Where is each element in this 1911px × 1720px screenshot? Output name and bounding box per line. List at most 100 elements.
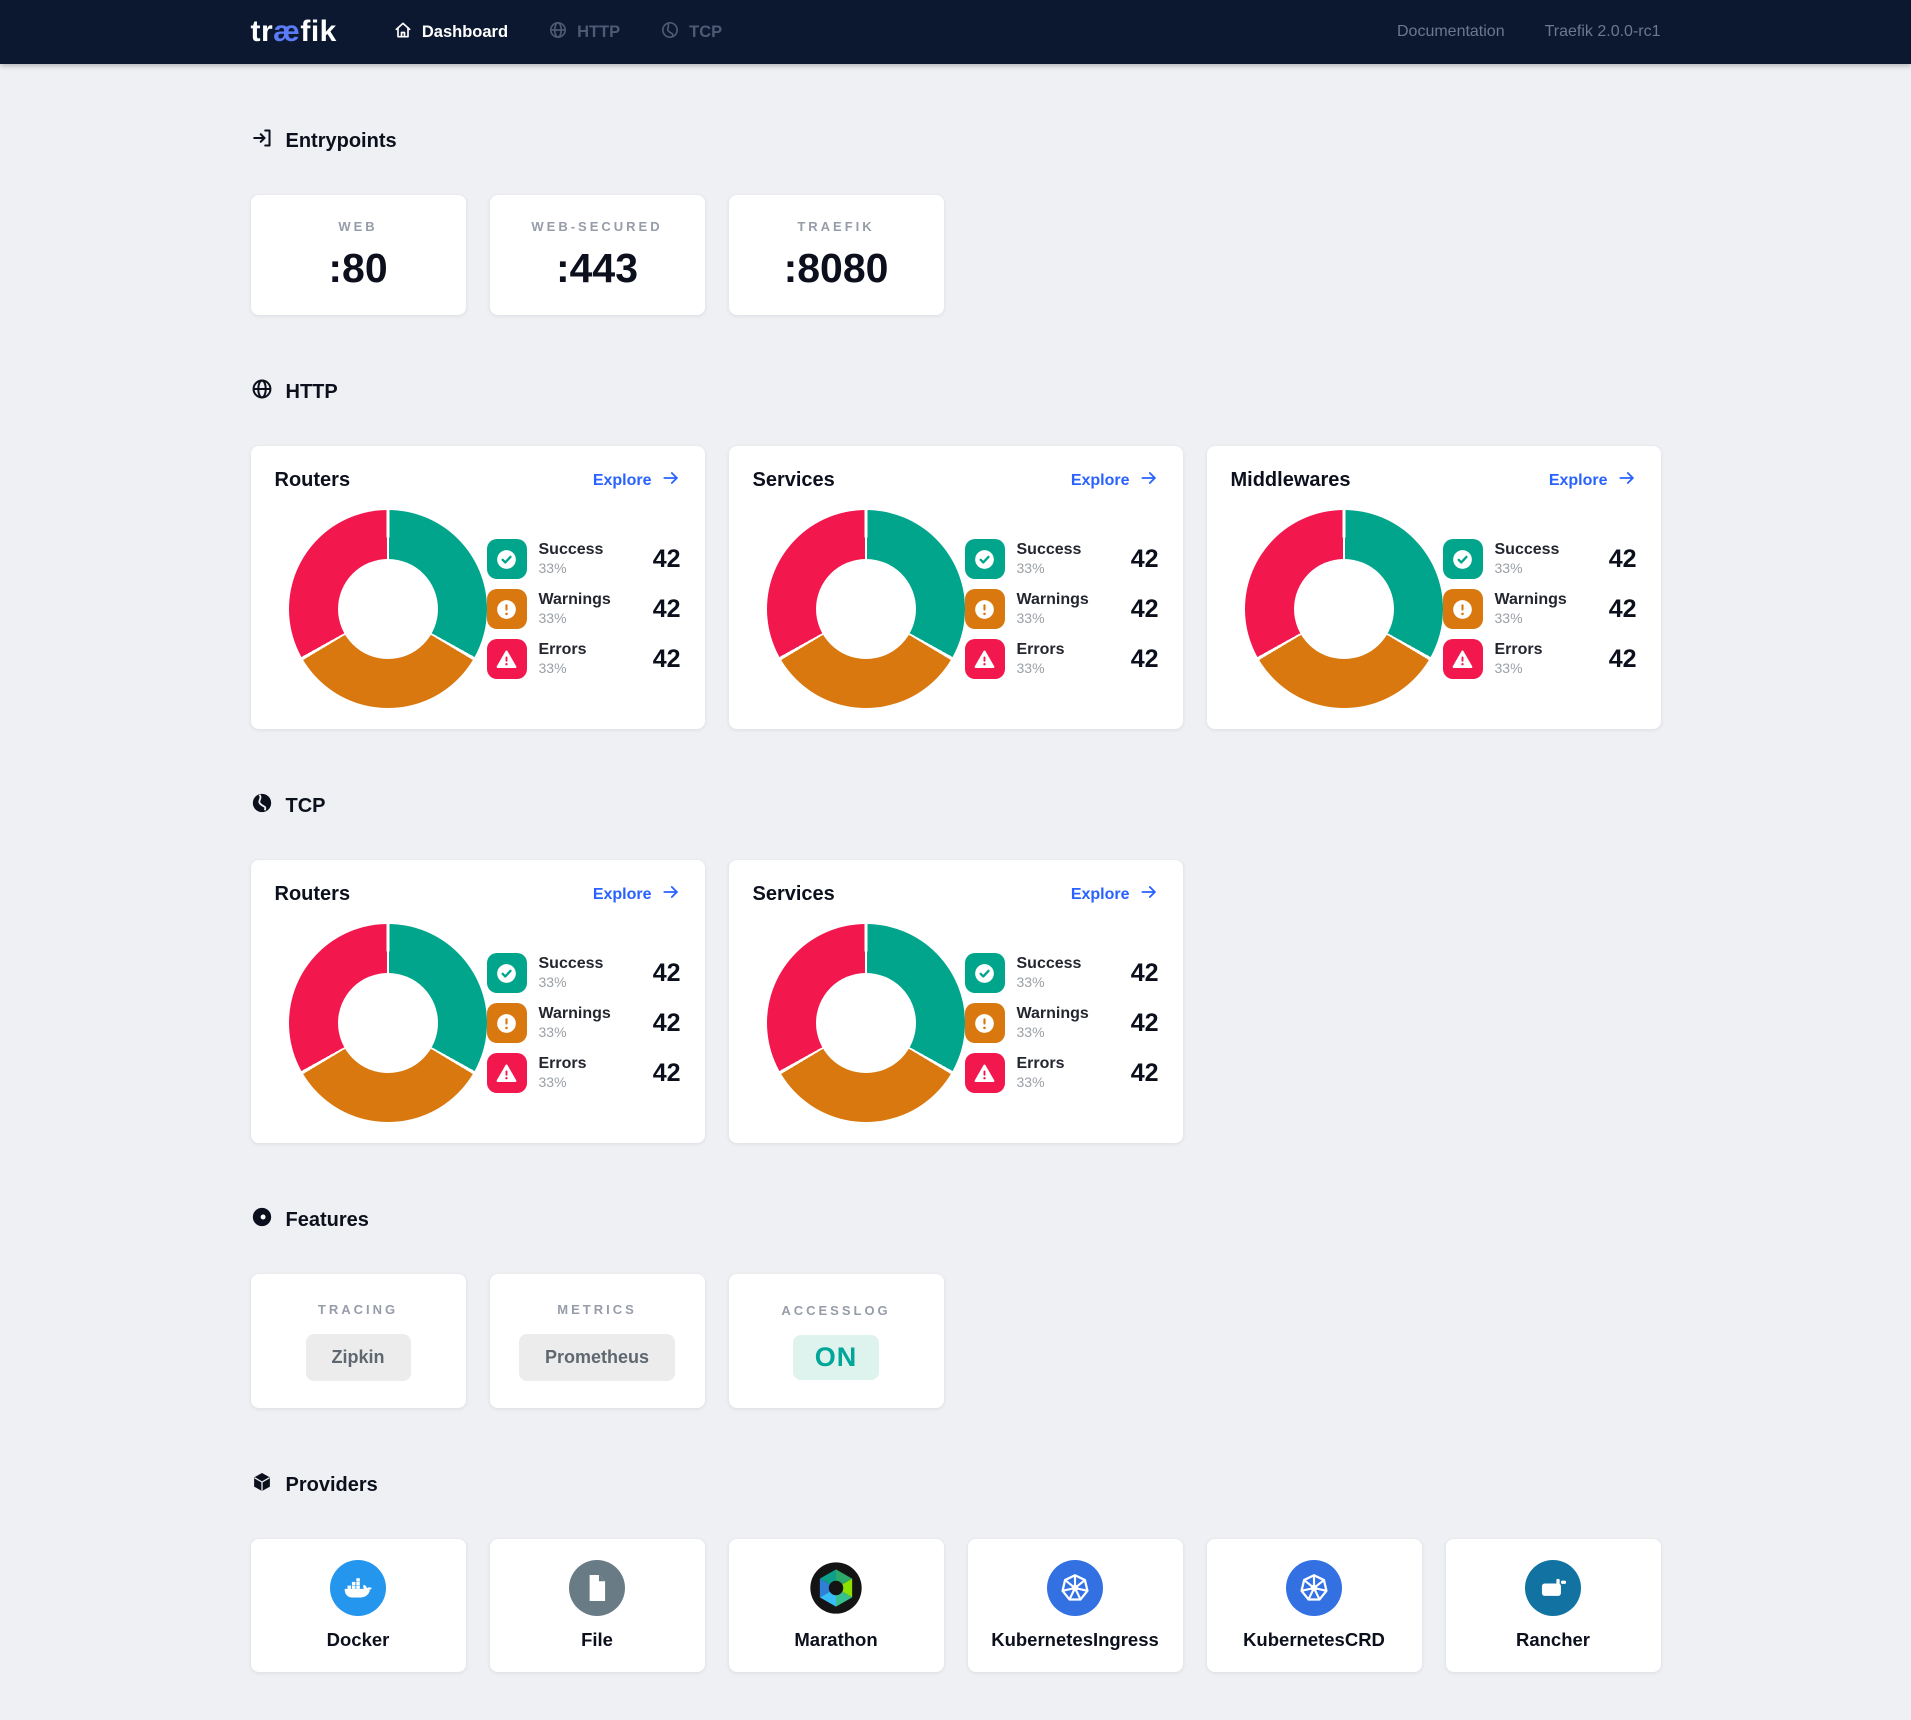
explore-link[interactable]: Explore (593, 882, 681, 907)
section-title: HTTP (286, 381, 338, 404)
stat-value: 42 (1609, 645, 1637, 674)
nav-item-label: Dashboard (422, 23, 508, 42)
stat-label: Warnings (1017, 590, 1119, 610)
stat-text: Errors 33% (1495, 640, 1597, 678)
stat-percentage: 33% (539, 1024, 641, 1042)
stat-label: Warnings (539, 590, 641, 610)
stat-row-warnings: Warnings 33% 42 (965, 589, 1159, 629)
stat-percentage: 33% (539, 1074, 641, 1092)
stat-value: 42 (653, 1059, 681, 1088)
success-icon (965, 539, 1005, 579)
stat-text: Warnings 33% (1495, 590, 1597, 628)
globe-icon (548, 20, 568, 45)
stat-percentage: 33% (1017, 974, 1119, 992)
stat-text: Warnings 33% (539, 1004, 641, 1042)
arrow-right-icon (1139, 882, 1159, 907)
stat-label: Success (1017, 540, 1119, 560)
stat-label: Errors (1495, 640, 1597, 660)
stat-row-success: Success 33% 42 (1443, 539, 1637, 579)
stat-label: Errors (539, 1054, 641, 1074)
stats-list: Success 33% 42 Warnings 33% 42 (487, 953, 681, 1093)
stat-text: Errors 33% (539, 1054, 641, 1092)
stat-label: Errors (1017, 1054, 1119, 1074)
stat-row-warnings: Warnings 33% 42 (1443, 589, 1637, 629)
tcp-icon (251, 792, 273, 820)
chart-card-title: Services (753, 469, 835, 492)
error-icon (1443, 639, 1483, 679)
entrypoint-port: :8080 (784, 245, 889, 292)
stat-row-success: Success 33% 42 (487, 539, 681, 579)
nav-item-dashboard[interactable]: Dashboard (393, 20, 508, 45)
provider-card: File (490, 1539, 705, 1672)
warning-icon (965, 1003, 1005, 1043)
http-cards-row: Routers Explore Success 33% 42 (251, 446, 1661, 729)
stat-percentage: 33% (1017, 1074, 1119, 1092)
stat-text: Success 33% (1495, 540, 1597, 578)
stat-value: 42 (1131, 1009, 1159, 1038)
stat-value: 42 (653, 1009, 681, 1038)
entrypoint-name: TRAEFIK (797, 219, 874, 234)
arrow-right-icon (661, 468, 681, 493)
feature-value-pill: Zipkin (306, 1334, 411, 1381)
explore-link[interactable]: Explore (1071, 882, 1159, 907)
stat-percentage: 33% (539, 610, 641, 628)
stat-text: Warnings 33% (1017, 590, 1119, 628)
feature-name: TRACING (318, 1302, 398, 1317)
kubernetes-icon (1286, 1560, 1342, 1616)
nav-item-http[interactable]: HTTP (548, 20, 620, 45)
error-icon (965, 1053, 1005, 1093)
nav-item-tcp[interactable]: TCP (660, 20, 722, 45)
success-icon (487, 953, 527, 993)
home-icon (393, 20, 413, 45)
arrow-right-icon (1617, 468, 1637, 493)
section-providers-header: Providers (251, 1471, 1661, 1499)
app-logo[interactable]: træfik (251, 15, 337, 49)
explore-label: Explore (593, 886, 652, 904)
stat-text: Errors 33% (1017, 640, 1119, 678)
entrypoint-port: :80 (328, 245, 387, 292)
donut-chart (1245, 510, 1443, 708)
stat-percentage: 33% (1495, 560, 1597, 578)
stat-row-warnings: Warnings 33% 42 (487, 1003, 681, 1043)
provider-card: Marathon (729, 1539, 944, 1672)
stat-label: Success (539, 954, 641, 974)
provider-name: File (581, 1629, 613, 1651)
feature-value-pill: Prometheus (519, 1334, 675, 1381)
entrypoint-name: WEB-SECURED (531, 219, 662, 234)
feature-name: ACCESSLOG (781, 1303, 890, 1318)
explore-link[interactable]: Explore (593, 468, 681, 493)
chart-card-header: Middlewares Explore (1231, 468, 1637, 493)
explore-link[interactable]: Explore (1549, 468, 1637, 493)
file-icon (569, 1560, 625, 1616)
stat-text: Success 33% (539, 954, 641, 992)
explore-label: Explore (1071, 472, 1130, 490)
providers-icon (251, 1471, 273, 1499)
stat-text: Errors 33% (1017, 1054, 1119, 1092)
stat-label: Success (1017, 954, 1119, 974)
error-icon (965, 639, 1005, 679)
warning-icon (487, 1003, 527, 1043)
explore-link[interactable]: Explore (1071, 468, 1159, 493)
section-title: TCP (286, 795, 326, 818)
logo-ae: æ (273, 15, 300, 48)
docker-icon (330, 1560, 386, 1616)
chart-card: Routers Explore Success 33% 42 (251, 446, 705, 729)
stat-percentage: 33% (1017, 560, 1119, 578)
stat-percentage: 33% (1017, 1024, 1119, 1042)
chart-card: Middlewares Explore Success 33% 42 (1207, 446, 1661, 729)
logo-text: tr (251, 15, 274, 48)
stat-percentage: 33% (539, 560, 641, 578)
chart-card-title: Routers (275, 469, 351, 492)
version-label: Traefik 2.0.0-rc1 (1545, 23, 1661, 41)
documentation-link[interactable]: Documentation (1397, 23, 1505, 41)
chart-card-body: Success 33% 42 Warnings 33% 42 (275, 924, 681, 1122)
rancher-icon (1525, 1560, 1581, 1616)
stat-label: Errors (1017, 640, 1119, 660)
section-title: Providers (286, 1474, 378, 1497)
chart-card-title: Middlewares (1231, 469, 1351, 492)
chart-card-header: Services Explore (753, 882, 1159, 907)
provider-name: KubernetesIngress (991, 1629, 1159, 1651)
stat-text: Success 33% (1017, 954, 1119, 992)
provider-name: Rancher (1516, 1629, 1590, 1651)
chart-card-header: Routers Explore (275, 468, 681, 493)
